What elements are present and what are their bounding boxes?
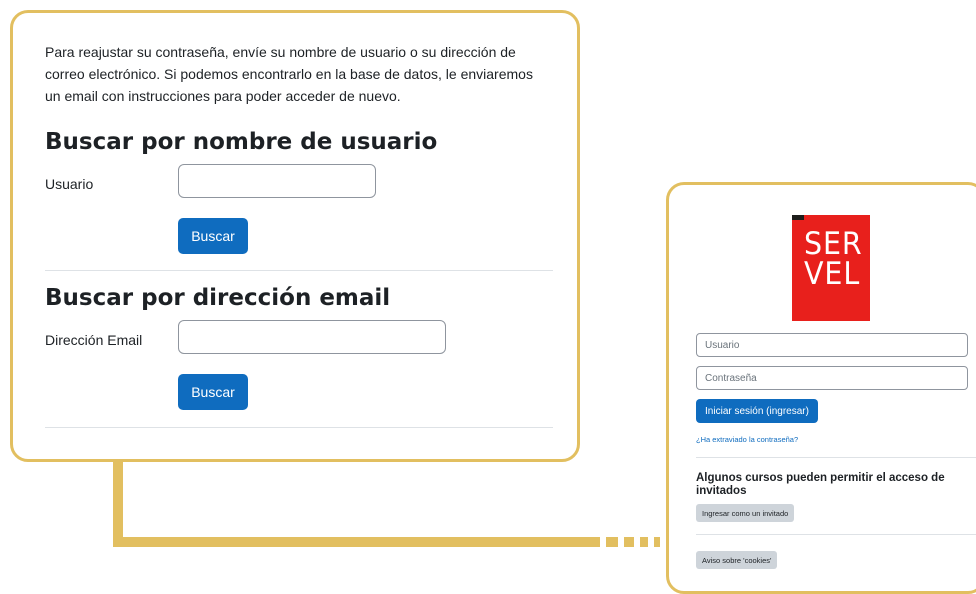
email-section-title: Buscar por dirección email — [45, 285, 391, 311]
guest-access-title: Algunos cursos pueden permitir el acceso… — [696, 472, 945, 497]
username-input[interactable] — [178, 164, 376, 198]
forgot-password-panel: Para reajustar su contraseña, envíe su n… — [10, 10, 580, 462]
cookies-divider — [696, 534, 976, 535]
intro-text: Para reajustar su contraseña, envíe su n… — [45, 44, 533, 104]
cookies-notice-button[interactable]: Aviso sobre 'cookies' — [696, 551, 778, 569]
guest-login-button[interactable]: Ingresar como un invitado — [696, 504, 795, 522]
connector-dashes — [606, 537, 660, 547]
search-email-button[interactable]: Buscar — [178, 374, 248, 410]
forgot-password-link[interactable]: ¿Ha extraviado la contraseña? — [696, 435, 798, 444]
username-section-title: Buscar por nombre de usuario — [45, 129, 438, 155]
section-divider — [45, 270, 553, 271]
login-password-input[interactable] — [696, 366, 968, 390]
login-panel: SER VEL Iniciar sesión (ingresar) ¿Ha ex… — [666, 182, 976, 594]
login-button[interactable]: Iniciar sesión (ingresar) — [696, 399, 818, 423]
servel-logo: SER VEL — [792, 215, 870, 321]
login-username-input[interactable] — [696, 333, 968, 357]
username-label: Usuario — [45, 176, 94, 192]
email-label: Dirección Email — [45, 332, 143, 348]
bottom-divider — [45, 427, 553, 428]
logo-line-2: VEL — [803, 256, 861, 292]
logo-line-1: SER — [803, 226, 863, 262]
login-divider — [696, 457, 976, 458]
email-input[interactable] — [178, 320, 446, 354]
search-username-button[interactable]: Buscar — [178, 218, 248, 254]
logo-notch — [792, 215, 804, 220]
